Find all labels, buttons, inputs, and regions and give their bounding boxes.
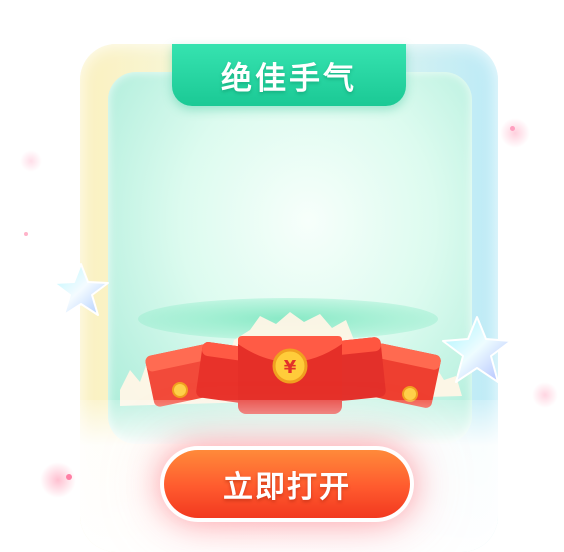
sparkle: [40, 462, 76, 498]
sparkle: [510, 126, 515, 131]
open-now-button-label: 立即打开: [223, 470, 351, 505]
sparkle: [66, 474, 72, 480]
sparkle: [500, 118, 530, 148]
open-now-button[interactable]: 立即打开: [160, 446, 414, 522]
sparkle: [24, 232, 28, 236]
svg-text:¥: ¥: [284, 357, 297, 378]
red-packet-dialog: ¥ 绝佳手气 立即打开: [0, 0, 564, 552]
star-icon: [53, 263, 109, 316]
title-tab: 绝佳手气: [172, 44, 406, 106]
sparkle: [20, 150, 42, 172]
sparkle: [532, 382, 558, 408]
dialog-title: 绝佳手气: [221, 60, 357, 97]
open-now-button-face[interactable]: 立即打开: [164, 450, 410, 518]
star-icon: [442, 316, 512, 383]
